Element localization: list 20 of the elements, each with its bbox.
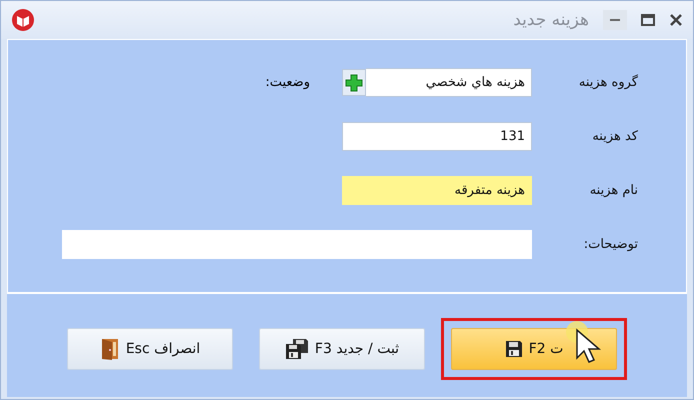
code-field[interactable]: 131 <box>342 122 532 151</box>
cancel-button[interactable]: انصراف Esc <box>67 328 233 370</box>
window-title: هزینه جدید <box>513 10 589 30</box>
add-button[interactable] <box>342 69 366 96</box>
plus-icon <box>345 74 363 92</box>
field-label: گروه هزینه <box>578 75 638 90</box>
floppy-disks-icon <box>284 338 309 360</box>
field-label: نام هزینه <box>588 183 638 198</box>
app-logo-icon <box>11 8 35 32</box>
door-icon <box>100 338 120 360</box>
group-field[interactable]: هزینه هاي شخصي <box>366 68 532 97</box>
field-label: توضیحات: <box>582 237 638 252</box>
field-label: کد هزینه <box>591 129 638 144</box>
status-label: وضعیت: <box>265 75 310 90</box>
save-button[interactable]: ت F2 <box>451 328 617 370</box>
minimize-icon[interactable] <box>603 10 627 30</box>
close-icon[interactable] <box>669 13 683 27</box>
maximize-icon[interactable] <box>641 14 655 26</box>
name-field[interactable]: هزینه متفرقه <box>342 176 532 205</box>
save-button[interactable]: ثبت / جدید F3 <box>259 328 425 370</box>
